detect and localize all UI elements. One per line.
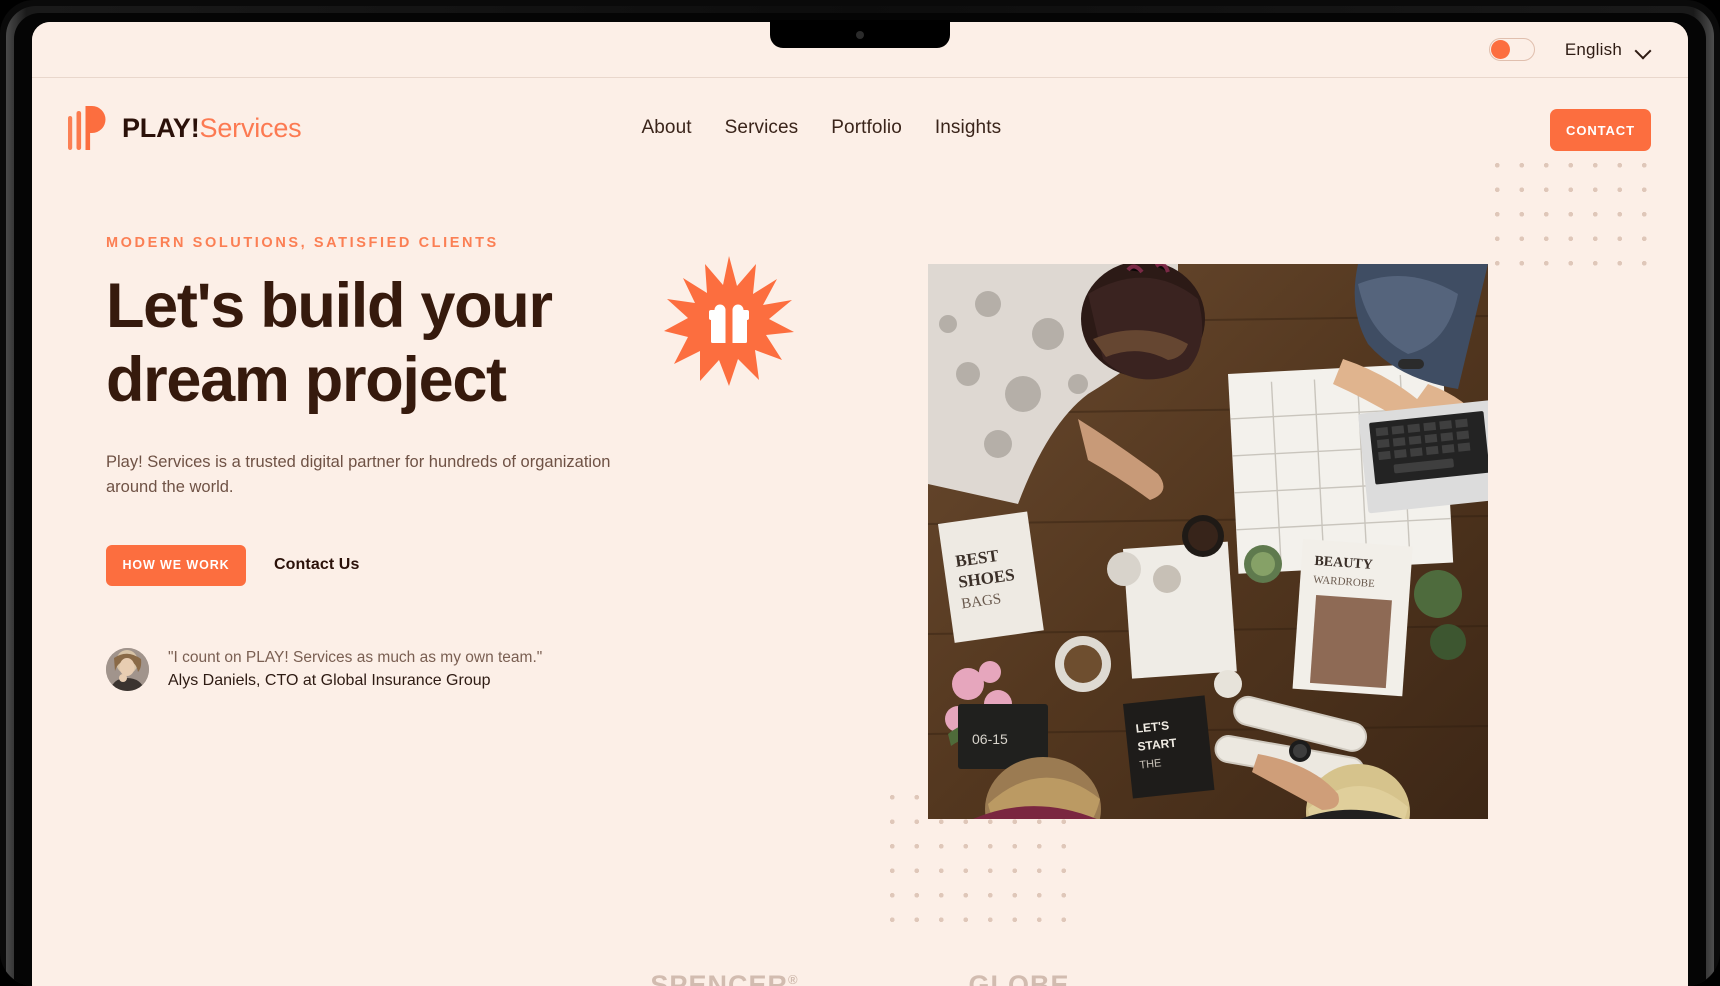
svg-text:THE: THE bbox=[1139, 757, 1162, 771]
testimonial: "I count on PLAY! Services as much as my… bbox=[106, 646, 726, 694]
site-header: PLAY!Services About Services Portfolio I… bbox=[32, 78, 1688, 178]
svg-text:06-15: 06-15 bbox=[972, 731, 1008, 747]
starburst-badge bbox=[664, 256, 794, 386]
main-navigation: About Services Portfolio Insights bbox=[641, 117, 1001, 139]
play-logo-mark-icon bbox=[68, 106, 106, 150]
language-selected-value: English bbox=[1564, 39, 1622, 59]
brand-name-primary: PLAY! bbox=[122, 112, 200, 143]
client-logo-spencer: SPENCER® bbox=[650, 970, 799, 986]
hero-subtitle: Play! Services is a trusted digital part… bbox=[106, 452, 611, 497]
language-selector[interactable]: English bbox=[1565, 40, 1651, 60]
brand-name-secondary: Services bbox=[199, 112, 302, 143]
chevron-down-icon bbox=[1636, 45, 1651, 54]
how-we-work-button[interactable]: HOW WE WORK bbox=[106, 544, 246, 586]
theme-toggle-knob bbox=[1490, 40, 1510, 59]
nav-item-services[interactable]: Services bbox=[725, 117, 799, 139]
hero-content: MODERN SOLUTIONS, SATISFIED CLIENTS Let'… bbox=[106, 235, 726, 694]
testimonial-quote: "I count on PLAY! Services as much as my… bbox=[168, 648, 543, 666]
nav-item-insights[interactable]: Insights bbox=[935, 117, 1001, 139]
nav-item-portfolio[interactable]: Portfolio bbox=[831, 117, 902, 139]
device-camera bbox=[856, 31, 864, 39]
device-screen: English PLAY!Services About Services Por… bbox=[32, 22, 1688, 986]
hero-cta-group: HOW WE WORK Contact Us bbox=[106, 544, 726, 586]
theme-toggle[interactable] bbox=[1488, 38, 1535, 61]
webpage: English PLAY!Services About Services Por… bbox=[32, 22, 1688, 986]
testimonial-text: "I count on PLAY! Services as much as my… bbox=[168, 646, 542, 694]
page-title: Let's build your dream project bbox=[106, 271, 553, 416]
contact-button[interactable]: CONTACT bbox=[1550, 109, 1651, 151]
client-logos-strip: SPENCER® GLOBE bbox=[32, 952, 1688, 986]
hero-eyebrow: MODERN SOLUTIONS, SATISFIED CLIENTS bbox=[106, 235, 499, 251]
nav-item-about[interactable]: About bbox=[641, 117, 691, 139]
client-logo-globe: GLOBE bbox=[968, 970, 1070, 986]
brand-text: PLAY!Services bbox=[122, 112, 302, 144]
contact-us-link[interactable]: Contact Us bbox=[266, 556, 367, 574]
testimonial-author: Alys Daniels, CTO at Global Insurance Gr… bbox=[168, 672, 491, 690]
hero-image: BEST SHOES BAGS BEAUTY WARDROBE 06-15 LE… bbox=[928, 264, 1488, 819]
device-notch bbox=[770, 20, 950, 48]
brand-logo[interactable]: PLAY!Services bbox=[68, 106, 302, 150]
testimonial-avatar bbox=[106, 648, 149, 692]
device-mockup-frame: English PLAY!Services About Services Por… bbox=[0, 0, 1720, 986]
